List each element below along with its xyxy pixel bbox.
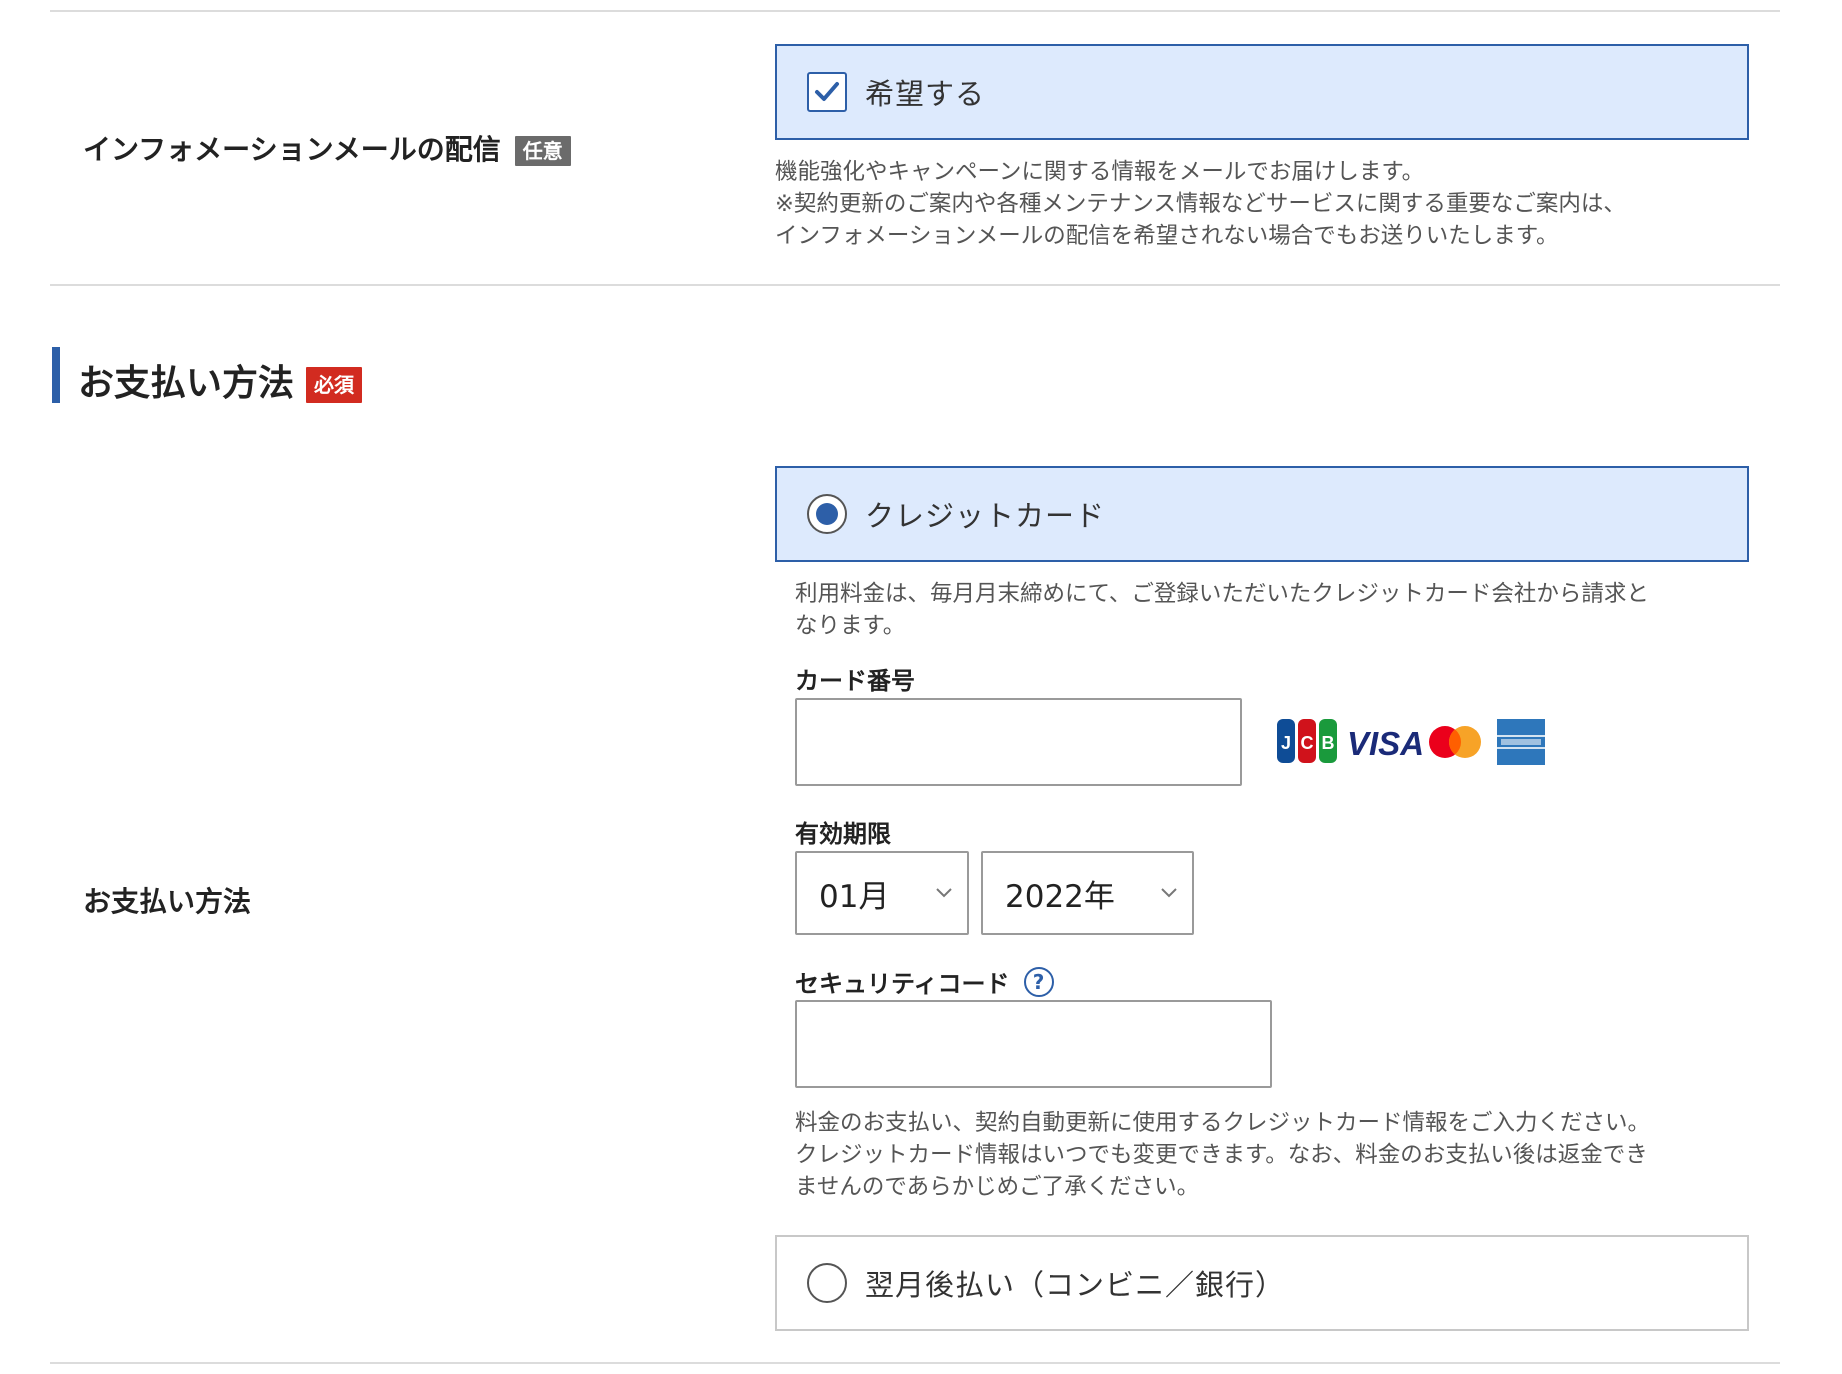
- help-line: ※契約更新のご案内や各種メンテナンス情報などサービスに関する重要なご案内は、: [775, 191, 1626, 217]
- help-line: なります。: [795, 613, 906, 639]
- help-question-icon[interactable]: ?: [1023, 966, 1054, 997]
- amex-logo-icon: [1497, 719, 1545, 765]
- security-code-label-row: セキュリティコード ?: [795, 964, 1054, 999]
- deferred-payment-option-label: 翌月後払い（コンビニ／銀行）: [865, 1268, 1286, 1302]
- credit-card-option-label: クレジットカード: [865, 499, 1106, 533]
- card-number-input[interactable]: [795, 698, 1242, 786]
- payment-section-title: お支払い方法 必須: [78, 354, 363, 406]
- security-code-input[interactable]: [795, 1000, 1272, 1088]
- required-badge: 必須: [306, 367, 363, 403]
- chevron-down-icon: [936, 888, 952, 898]
- expiry-month-select[interactable]: 01月: [795, 851, 969, 935]
- radio-selected-dot: [816, 503, 838, 525]
- visa-logo-icon: VISA: [1347, 725, 1424, 762]
- credit-card-note-text: 料金のお支払い、契約自動更新に使用するクレジットカード情報をご入力ください。 ク…: [795, 1107, 1755, 1203]
- card-brand-logos: J C B VISA: [1275, 717, 1550, 767]
- help-line: インフォメーションメールの配信を希望されない場合でもお送りいたします。: [775, 223, 1559, 249]
- note-line: 料金のお支払い、契約自動更新に使用するクレジットカード情報をご入力ください。: [795, 1110, 1651, 1136]
- checkmark-icon: [815, 82, 839, 101]
- optional-badge: 任意: [514, 136, 571, 166]
- payment-section-title-text: お支払い方法: [78, 363, 295, 404]
- help-question-glyph: ?: [1032, 969, 1045, 994]
- card-number-label: カード番号: [795, 667, 915, 695]
- deferred-payment-radio[interactable]: [807, 1263, 847, 1303]
- expiry-month-value: 01月: [819, 878, 890, 915]
- svg-text:C: C: [1301, 733, 1314, 753]
- expiry-year-select[interactable]: 2022年: [981, 851, 1194, 935]
- credit-card-help-text: 利用料金は、毎月月末締めにて、ご登録いただいたクレジットカード会社から請求と な…: [795, 578, 1755, 642]
- divider-bottom: [50, 1362, 1780, 1364]
- divider-top: [50, 10, 1780, 12]
- info-mail-option-label: 希望する: [865, 77, 986, 111]
- payment-row-label: お支払い方法: [83, 885, 252, 918]
- info-mail-checkbox-option[interactable]: 希望する: [775, 44, 1749, 140]
- help-line: 利用料金は、毎月月末締めにて、ご登録いただいたクレジットカード会社から請求と: [795, 581, 1649, 607]
- mastercard-logo-icon: [1429, 726, 1481, 758]
- chevron-down-icon: [1161, 888, 1177, 898]
- info-mail-checkbox[interactable]: [807, 72, 847, 112]
- info-mail-row-label: インフォメーションメールの配信 任意: [83, 128, 571, 168]
- divider-middle: [50, 284, 1780, 286]
- security-code-label: セキュリティコード: [795, 970, 1010, 998]
- svg-text:B: B: [1322, 733, 1335, 753]
- credit-card-radio[interactable]: [807, 494, 847, 534]
- help-line: 機能強化やキャンペーンに関する情報をメールでお届けします。: [775, 159, 1425, 185]
- expiry-year-value: 2022年: [1005, 878, 1115, 915]
- svg-text:J: J: [1281, 733, 1291, 753]
- note-line: クレジットカード情報はいつでも変更できます。なお、料金のお支払い後は返金でき: [795, 1142, 1648, 1168]
- deferred-payment-radio-option[interactable]: 翌月後払い（コンビニ／銀行）: [775, 1235, 1749, 1331]
- note-line: ませんのであらかじめご了承ください。: [795, 1174, 1200, 1200]
- svg-text:VISA: VISA: [1347, 725, 1424, 762]
- credit-card-radio-option[interactable]: クレジットカード: [775, 466, 1749, 562]
- jcb-logo-icon: J C B: [1277, 719, 1337, 763]
- info-mail-label-text: インフォメーションメールの配信: [83, 133, 501, 166]
- section-accent-bar: [52, 347, 60, 403]
- expiry-label: 有効期限: [795, 820, 891, 848]
- info-mail-help-text: 機能強化やキャンペーンに関する情報をメールでお届けします。 ※契約更新のご案内や…: [775, 156, 1775, 252]
